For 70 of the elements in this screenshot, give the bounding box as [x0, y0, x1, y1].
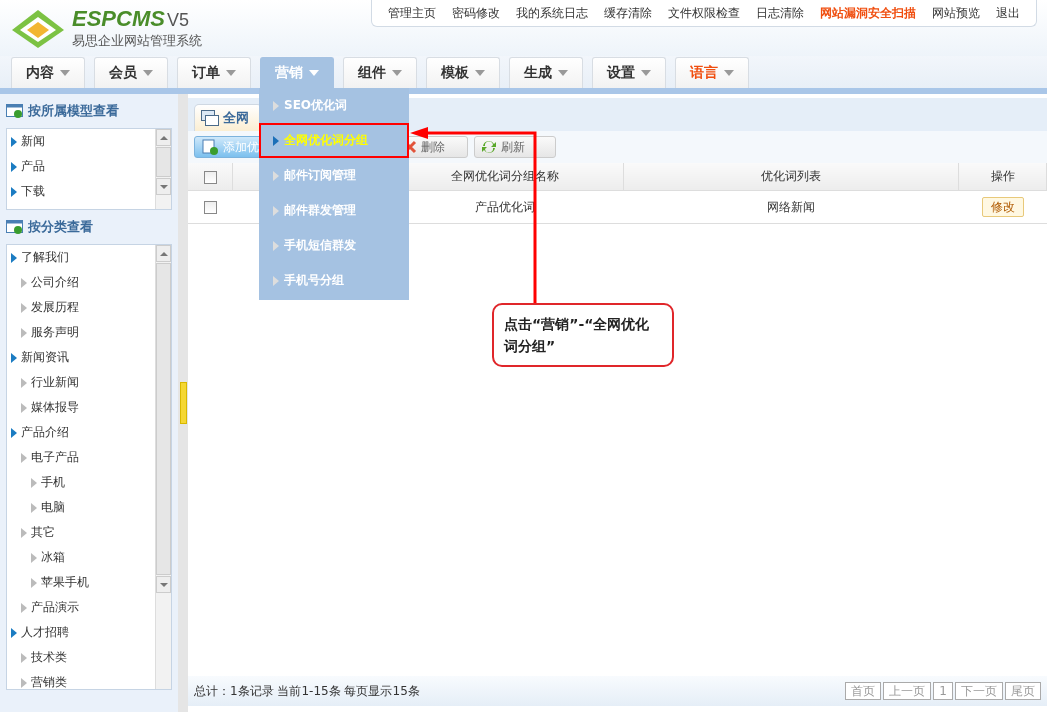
window-add-icon [6, 219, 24, 235]
window-icon [201, 110, 219, 126]
caret-icon [558, 70, 568, 76]
brand-name: ESPCMS [72, 6, 165, 32]
refresh-icon [481, 139, 497, 155]
top-link[interactable]: 管理主页 [380, 4, 444, 22]
collapse-handle[interactable] [179, 382, 187, 424]
top-link[interactable]: 网站预览 [924, 4, 988, 22]
caret-icon [143, 70, 153, 76]
top-link[interactable]: 网站漏洞安全扫描 [812, 4, 924, 22]
nav-tab[interactable]: 组件 [343, 57, 417, 88]
category-item[interactable]: 服务声明 [7, 320, 155, 345]
category-item[interactable]: 手机 [7, 470, 155, 495]
category-item[interactable]: 了解我们 [7, 245, 155, 270]
caret-icon [309, 70, 319, 76]
top-link[interactable]: 我的系统日志 [508, 4, 596, 22]
category-item[interactable]: 苹果手机 [7, 570, 155, 595]
category-item[interactable]: 技术类 [7, 645, 155, 670]
top-link[interactable]: 缓存清除 [596, 4, 660, 22]
nav-tab[interactable]: 模板 [426, 57, 500, 88]
add-icon [201, 139, 219, 155]
category-item[interactable]: 产品演示 [7, 595, 155, 620]
category-item[interactable]: 发展历程 [7, 295, 155, 320]
callout-note: 点击“营销”-“全网优化词分组” [492, 303, 674, 367]
logo-subtitle: 易思企业网站管理系统 [72, 32, 202, 50]
caret-icon [392, 70, 402, 76]
version-label: V5 [166, 10, 189, 31]
panel-title: 按所属模型查看 [28, 102, 119, 120]
panel-title: 按分类查看 [28, 218, 93, 236]
category-item[interactable]: 人才招聘 [7, 620, 155, 645]
nav-tab[interactable]: 会员 [94, 57, 168, 88]
top-link[interactable]: 文件权限检查 [660, 4, 748, 22]
category-item[interactable]: 其它 [7, 520, 155, 545]
scrollbar[interactable] [155, 245, 171, 689]
caret-icon [226, 70, 236, 76]
top-link[interactable]: 日志清除 [748, 4, 812, 22]
category-item[interactable]: 电子产品 [7, 445, 155, 470]
model-item[interactable]: 新闻 [7, 129, 155, 154]
caret-icon [724, 70, 734, 76]
caret-icon [641, 70, 651, 76]
table-cell: 网络新闻 [623, 190, 959, 224]
category-item[interactable]: 电脑 [7, 495, 155, 520]
scrollbar[interactable] [155, 129, 171, 209]
top-link[interactable]: 退出 [988, 4, 1028, 22]
nav-tab[interactable]: 内容 [11, 57, 85, 88]
nav-tab[interactable]: 生成 [509, 57, 583, 88]
checkbox[interactable] [203, 170, 217, 184]
logo-icon [10, 8, 66, 48]
column-header: 优化词列表 [623, 163, 959, 191]
category-item[interactable]: 行业新闻 [7, 370, 155, 395]
window-add-icon [6, 103, 24, 119]
column-header: 操作 [958, 163, 1047, 191]
category-item[interactable]: 冰箱 [7, 545, 155, 570]
category-item[interactable]: 产品介绍 [7, 420, 155, 445]
category-item[interactable]: 营销类 [7, 670, 155, 689]
top-link[interactable]: 密码修改 [444, 4, 508, 22]
toolbar-button[interactable]: 刷新 [474, 136, 556, 158]
edit-button[interactable]: 修改 [981, 197, 1024, 217]
model-item[interactable]: 下载 [7, 179, 155, 204]
caret-icon [60, 70, 70, 76]
category-item[interactable]: 公司介绍 [7, 270, 155, 295]
category-item[interactable]: 媒体报导 [7, 395, 155, 420]
caret-icon [475, 70, 485, 76]
record-summary: 总计：1条记录 当前1-15条 每页显示15条 [194, 682, 420, 700]
category-item[interactable]: 新闻资讯 [7, 345, 155, 370]
content-tab[interactable]: 全网 [194, 104, 262, 131]
nav-tab[interactable]: 订单 [177, 57, 251, 88]
nav-tab[interactable]: 设置 [592, 57, 666, 88]
checkbox[interactable] [203, 201, 217, 214]
model-item[interactable]: 产品 [7, 154, 155, 179]
